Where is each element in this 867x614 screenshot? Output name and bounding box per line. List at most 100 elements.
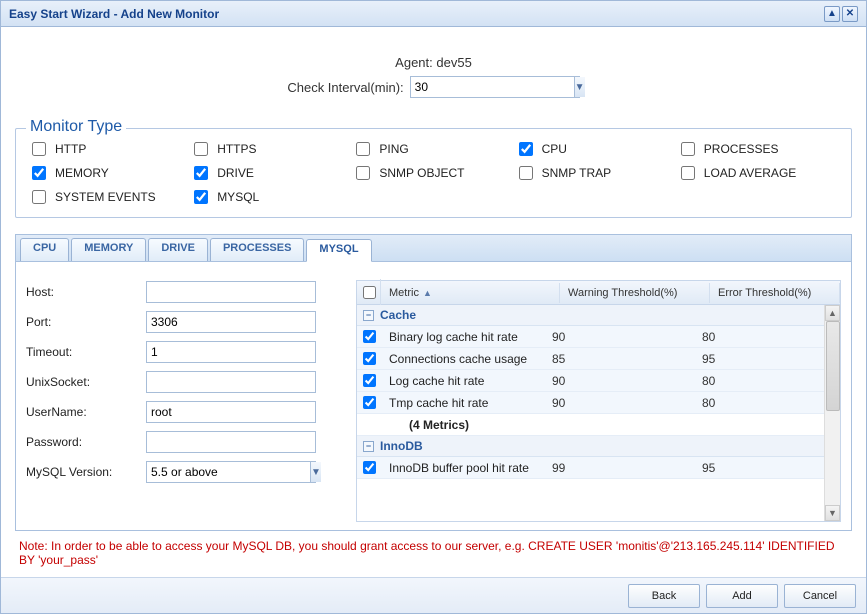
monitor-type-checkbox[interactable]: [194, 166, 208, 180]
unixsocket-input[interactable]: [146, 371, 316, 393]
monitor-type-http[interactable]: HTTP: [28, 139, 190, 159]
group-collapse-icon[interactable]: −: [363, 441, 374, 452]
metric-row[interactable]: InnoDB buffer pool hit rate9995: [357, 457, 824, 479]
agent-row: Agent: dev55: [15, 55, 852, 70]
metric-name: Binary log cache hit rate: [381, 327, 544, 347]
monitor-type-checkbox[interactable]: [194, 142, 208, 156]
group-row-innodb[interactable]: −InnoDB: [357, 436, 824, 457]
monitor-type-label: SNMP OBJECT: [379, 166, 464, 180]
monitor-type-checkbox[interactable]: [32, 190, 46, 204]
metric-warning: 90: [544, 371, 694, 391]
scroll-thumb[interactable]: [826, 321, 840, 411]
group-collapse-icon[interactable]: −: [363, 310, 374, 321]
host-row: Host:: [26, 280, 336, 304]
metrics-grid: Metric ▲ Warning Threshold(%) Error Thre…: [356, 280, 841, 522]
monitor-type-system-events[interactable]: SYSTEM EVENTS: [28, 187, 190, 207]
timeout-input[interactable]: [146, 341, 316, 363]
tab-cpu[interactable]: CPU: [20, 238, 69, 261]
scroll-down-icon[interactable]: ▼: [825, 505, 840, 521]
header-error[interactable]: Error Threshold(%): [710, 283, 840, 303]
tab-memory[interactable]: MEMORY: [71, 238, 146, 261]
cancel-button[interactable]: Cancel: [784, 584, 856, 608]
metric-checkbox[interactable]: [363, 461, 376, 474]
header-metric[interactable]: Metric ▲: [381, 283, 560, 303]
group-row-cache[interactable]: −Cache: [357, 305, 824, 326]
interval-label: Check Interval(min):: [287, 80, 403, 95]
monitor-type-legend: Monitor Type: [26, 118, 126, 136]
back-button[interactable]: Back: [628, 584, 700, 608]
timeout-label: Timeout:: [26, 345, 146, 359]
metric-checkbox[interactable]: [363, 352, 376, 365]
password-input[interactable]: [146, 431, 316, 453]
monitor-type-checkbox[interactable]: [356, 142, 370, 156]
monitor-type-checkbox[interactable]: [519, 142, 533, 156]
monitor-type-processes[interactable]: PROCESSES: [677, 139, 839, 159]
monitor-type-grid: HTTP HTTPS PING CPU PROCESSES MEMORY DRIVE SNMP…: [28, 139, 839, 207]
titlebar-buttons: ▲ ✕: [824, 6, 858, 22]
metric-checkbox[interactable]: [363, 330, 376, 343]
metric-warning: 90: [544, 327, 694, 347]
select-all-checkbox[interactable]: [363, 286, 376, 299]
button-bar: Back Add Cancel: [1, 577, 866, 613]
tab-drive[interactable]: DRIVE: [148, 238, 208, 261]
username-input[interactable]: [146, 401, 316, 423]
group-summary-text: (4 Metrics): [381, 415, 544, 435]
monitor-type-mysql[interactable]: MYSQL: [190, 187, 352, 207]
access-note: Note: In order to be able to access your…: [15, 531, 852, 571]
metric-warning: 85: [544, 349, 694, 369]
version-input[interactable]: [147, 462, 310, 482]
monitor-type-ping[interactable]: PING: [352, 139, 514, 159]
metric-error: 80: [694, 327, 824, 347]
monitor-type-load-average[interactable]: LOAD AVERAGE: [677, 163, 839, 183]
port-input[interactable]: [146, 311, 316, 333]
monitor-type-label: PING: [379, 142, 408, 156]
monitor-type-label: CPU: [542, 142, 567, 156]
metric-warning: 90: [544, 393, 694, 413]
metric-row[interactable]: Connections cache usage8595: [357, 348, 824, 370]
monitor-type-snmp-object[interactable]: SNMP OBJECT: [352, 163, 514, 183]
add-button[interactable]: Add: [706, 584, 778, 608]
monitor-type-memory[interactable]: MEMORY: [28, 163, 190, 183]
metric-row[interactable]: Binary log cache hit rate9080: [357, 326, 824, 348]
monitor-type-label: MEMORY: [55, 166, 109, 180]
titlebar: Easy Start Wizard - Add New Monitor ▲ ✕: [1, 1, 866, 27]
monitor-type-checkbox[interactable]: [32, 142, 46, 156]
tab-processes[interactable]: PROCESSES: [210, 238, 304, 261]
metric-row[interactable]: Log cache hit rate9080: [357, 370, 824, 392]
monitor-type-snmp-trap[interactable]: SNMP TRAP: [515, 163, 677, 183]
metric-row[interactable]: Tmp cache hit rate9080: [357, 392, 824, 414]
monitor-type-checkbox[interactable]: [356, 166, 370, 180]
metric-checkbox[interactable]: [363, 374, 376, 387]
monitor-type-checkbox[interactable]: [681, 166, 695, 180]
monitor-type-label: LOAD AVERAGE: [704, 166, 796, 180]
grid-scrollbar[interactable]: ▲ ▼: [824, 305, 840, 521]
version-label: MySQL Version:: [26, 465, 146, 479]
monitor-type-label: MYSQL: [217, 190, 259, 204]
agent-label: Agent:: [395, 55, 433, 70]
monitor-type-cpu[interactable]: CPU: [515, 139, 677, 159]
interval-combo[interactable]: ▼: [410, 76, 580, 98]
tab-mysql[interactable]: MYSQL: [306, 239, 371, 262]
metric-checkbox[interactable]: [363, 396, 376, 409]
metric-warning: 99: [544, 458, 694, 478]
metric-error: 80: [694, 393, 824, 413]
monitor-type-https[interactable]: HTTPS: [190, 139, 352, 159]
monitor-type-drive[interactable]: DRIVE: [190, 163, 352, 183]
version-dropdown-button[interactable]: ▼: [310, 462, 321, 482]
monitor-type-checkbox[interactable]: [194, 190, 208, 204]
scroll-up-icon[interactable]: ▲: [825, 305, 840, 321]
interval-input[interactable]: [411, 77, 574, 97]
header-warning[interactable]: Warning Threshold(%): [560, 283, 710, 303]
collapse-button[interactable]: ▲: [824, 6, 840, 22]
monitor-type-checkbox[interactable]: [519, 166, 533, 180]
host-label: Host:: [26, 285, 146, 299]
monitor-type-label: HTTP: [55, 142, 86, 156]
unixsocket-label: UnixSocket:: [26, 375, 146, 389]
port-row: Port:: [26, 310, 336, 334]
monitor-type-checkbox[interactable]: [32, 166, 46, 180]
monitor-type-checkbox[interactable]: [681, 142, 695, 156]
close-button[interactable]: ✕: [842, 6, 858, 22]
interval-dropdown-button[interactable]: ▼: [574, 77, 585, 97]
host-input[interactable]: [146, 281, 316, 303]
version-combo[interactable]: ▼: [146, 461, 316, 483]
